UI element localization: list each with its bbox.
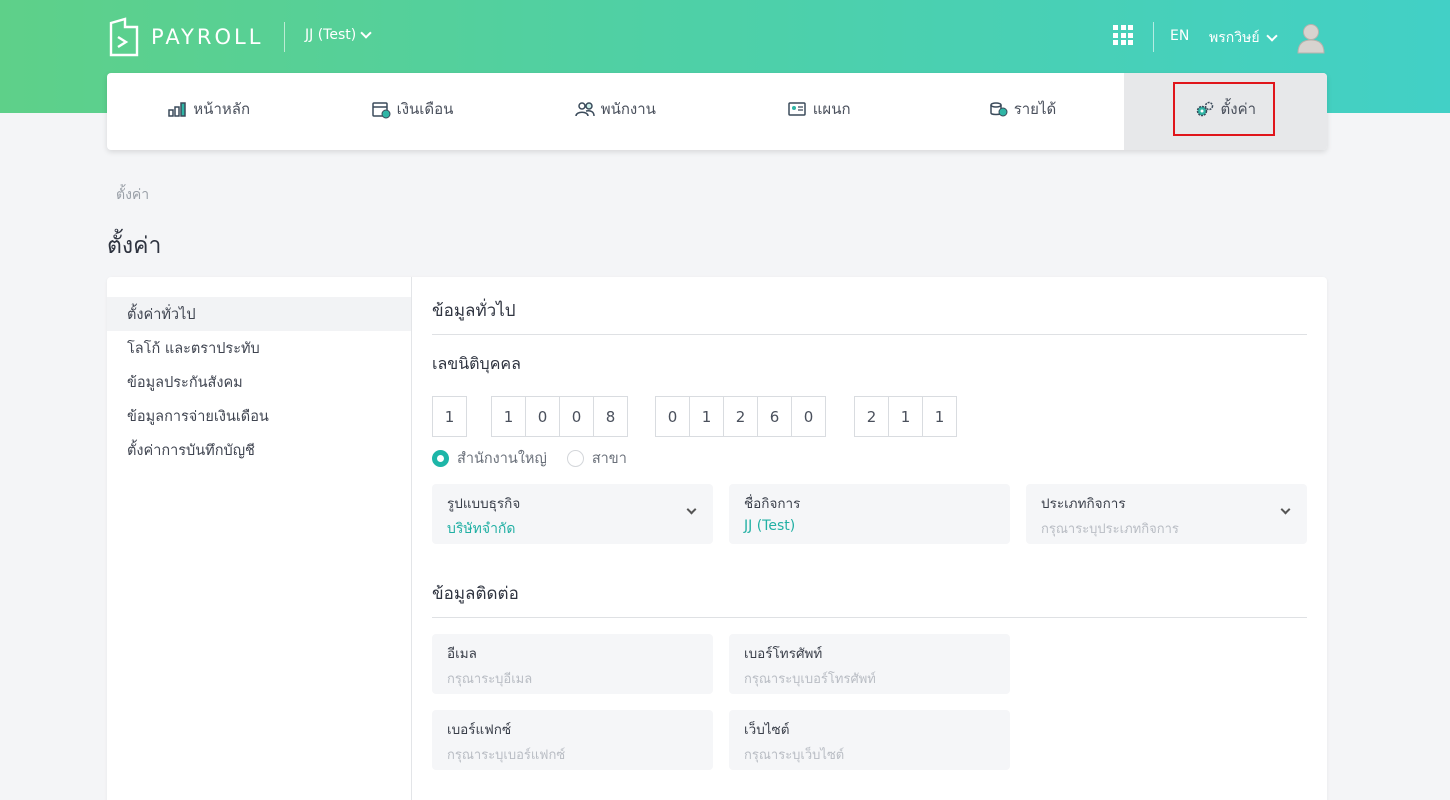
nav-item-settings[interactable]: ตั้งค่า <box>1123 73 1327 150</box>
people-icon <box>574 101 595 116</box>
user-name: พรกวิษย์ <box>1209 30 1260 46</box>
page-title: ตั้งค่า <box>107 233 162 259</box>
main-nav: หน้าหลัก เงินเดือน พนักงาน แผนก รายได้ ต… <box>107 73 1327 150</box>
chevron-down-icon <box>1265 30 1278 42</box>
tax-id-digit[interactable]: 1 <box>491 396 526 437</box>
radio-label: สำนักงานใหญ่ <box>457 451 547 467</box>
radio-label: สาขา <box>591 451 627 467</box>
business-category-select[interactable]: ประเภทกิจการ กรุณาระบุประเภทกิจการ <box>1026 484 1307 544</box>
tax-id-digit[interactable]: 0 <box>791 396 826 437</box>
breadcrumb[interactable]: ตั้งค่า <box>116 184 149 206</box>
field-label: อีเมล <box>447 646 477 662</box>
tax-id-group-3: 0 1 2 6 0 <box>655 396 826 437</box>
website-field[interactable]: เว็บไซต์ กรุณาระบุเว็บไซต์ <box>729 710 1010 770</box>
field-placeholder: กรุณาระบุเบอร์แฟกซ์ <box>447 748 566 763</box>
header-divider <box>284 22 285 52</box>
nav-label: รายได้ <box>1013 99 1057 118</box>
company-selector[interactable]: JJ (Test) <box>305 27 372 43</box>
tax-id-digit[interactable]: 0 <box>655 396 690 437</box>
radio-unchecked-icon <box>566 450 584 467</box>
field-value: JJ (Test) <box>744 518 796 534</box>
radio-checked-icon <box>432 450 449 467</box>
brand-name: PAYROLL <box>151 25 264 49</box>
nav-label: พนักงาน <box>600 99 656 118</box>
email-field[interactable]: อีเมล กรุณาระบุอีเมล <box>432 634 713 694</box>
sidemenu-item-social-security[interactable]: ข้อมูลประกันสังคม <box>107 365 411 399</box>
field-value: บริษัทจำกัด <box>447 521 516 537</box>
bar-chart-icon <box>168 101 187 117</box>
brand-logo[interactable]: PAYROLL <box>107 17 263 57</box>
tax-id-digit[interactable]: 1 <box>888 396 923 437</box>
section-title-contact: ข้อมูลติดต่อ <box>432 584 519 604</box>
field-placeholder: กรุณาระบุเว็บไซต์ <box>744 748 845 763</box>
tax-id-group-4: 2 1 1 <box>854 396 957 437</box>
sidemenu-divider <box>411 277 412 800</box>
radio-branch[interactable]: สาขา <box>566 447 627 470</box>
fax-field[interactable]: เบอร์แฟกซ์ กรุณาระบุเบอร์แฟกซ์ <box>432 710 713 770</box>
nav-label: แผนก <box>812 99 851 118</box>
gears-icon <box>1196 101 1213 116</box>
radio-head-office[interactable]: สำนักงานใหญ่ <box>432 447 547 470</box>
tax-id-digit[interactable]: 6 <box>757 396 792 437</box>
nav-item-income[interactable]: รายได้ <box>920 73 1123 150</box>
coins-icon <box>989 101 1008 116</box>
settings-panel: ตั้งค่าทั่วไป โลโก้ และตราประทับ ข้อมูลป… <box>107 277 1327 800</box>
field-label: ชื่อกิจการ <box>744 496 801 512</box>
phone-field[interactable]: เบอร์โทรศัพท์ กรุณาระบุเบอร์โทรศัพท์ <box>729 634 1010 694</box>
office-type-radios: สำนักงานใหญ่ สาขา <box>432 447 627 470</box>
tax-id-digit[interactable]: 2 <box>723 396 758 437</box>
tax-id-digit[interactable]: 1 <box>689 396 724 437</box>
avatar-icon[interactable] <box>1296 22 1326 54</box>
nav-label: ตั้งค่า <box>1220 99 1257 118</box>
section-title-general: ข้อมูลทั่วไป <box>432 301 516 321</box>
company-name: JJ (Test) <box>305 27 357 43</box>
field-label: เบอร์โทรศัพท์ <box>744 646 823 662</box>
nav-item-departments[interactable]: แผนก <box>717 73 920 150</box>
nav-label: เงินเดือน <box>396 99 454 118</box>
field-label: เว็บไซต์ <box>744 722 790 738</box>
section-divider <box>432 617 1307 618</box>
language-switch[interactable]: EN <box>1170 28 1189 44</box>
tax-id-group-1: 1 <box>432 396 467 437</box>
section-divider <box>432 334 1307 335</box>
apps-grid-icon[interactable] <box>1113 25 1133 45</box>
nav-item-salary[interactable]: เงินเดือน <box>310 73 513 150</box>
business-name-field[interactable]: ชื่อกิจการ JJ (Test) <box>729 484 1010 544</box>
field-label: ประเภทกิจการ <box>1041 496 1126 512</box>
tax-id-digit[interactable]: 1 <box>922 396 957 437</box>
tax-id-digit[interactable]: 0 <box>559 396 594 437</box>
settings-sidemenu: ตั้งค่าทั่วไป โลโก้ และตราประทับ ข้อมูลป… <box>107 297 411 467</box>
id-card-icon <box>788 101 806 116</box>
field-placeholder: กรุณาระบุอีเมล <box>447 672 533 687</box>
tax-id-group-2: 1 0 0 8 <box>491 396 628 437</box>
tax-id-digit[interactable]: 8 <box>593 396 628 437</box>
user-menu[interactable]: พรกวิษย์ <box>1209 27 1278 49</box>
sidemenu-item-general[interactable]: ตั้งค่าทั่วไป <box>107 297 411 331</box>
sidemenu-item-payment[interactable]: ข้อมูลการจ่ายเงินเดือน <box>107 399 411 433</box>
sidemenu-item-accounting[interactable]: ตั้งค่าการบันทึกบัญชี <box>107 433 411 467</box>
tax-id-digit[interactable]: 1 <box>432 396 467 437</box>
nav-item-dashboard[interactable]: หน้าหลัก <box>107 73 310 150</box>
field-placeholder: กรุณาระบุประเภทกิจการ <box>1041 522 1179 537</box>
tax-id-digit[interactable]: 0 <box>525 396 560 437</box>
chevron-down-icon <box>360 27 372 39</box>
nav-item-employees[interactable]: พนักงาน <box>514 73 717 150</box>
field-label: รูปแบบธุรกิจ <box>447 496 521 512</box>
tax-id-digit[interactable]: 2 <box>854 396 889 437</box>
nav-label: หน้าหลัก <box>193 99 251 118</box>
payroll-logo-icon <box>109 17 139 57</box>
header-divider <box>1153 22 1154 52</box>
field-placeholder: กรุณาระบุเบอร์โทรศัพท์ <box>744 672 876 687</box>
business-type-select[interactable]: รูปแบบธุรกิจ บริษัทจำกัด <box>432 484 713 544</box>
calendar-money-icon <box>371 101 391 118</box>
tax-id-label: เลขนิติบุคคล <box>432 354 521 373</box>
field-label: เบอร์แฟกซ์ <box>447 722 512 738</box>
sidemenu-item-logo[interactable]: โลโก้ และตราประทับ <box>107 331 411 365</box>
